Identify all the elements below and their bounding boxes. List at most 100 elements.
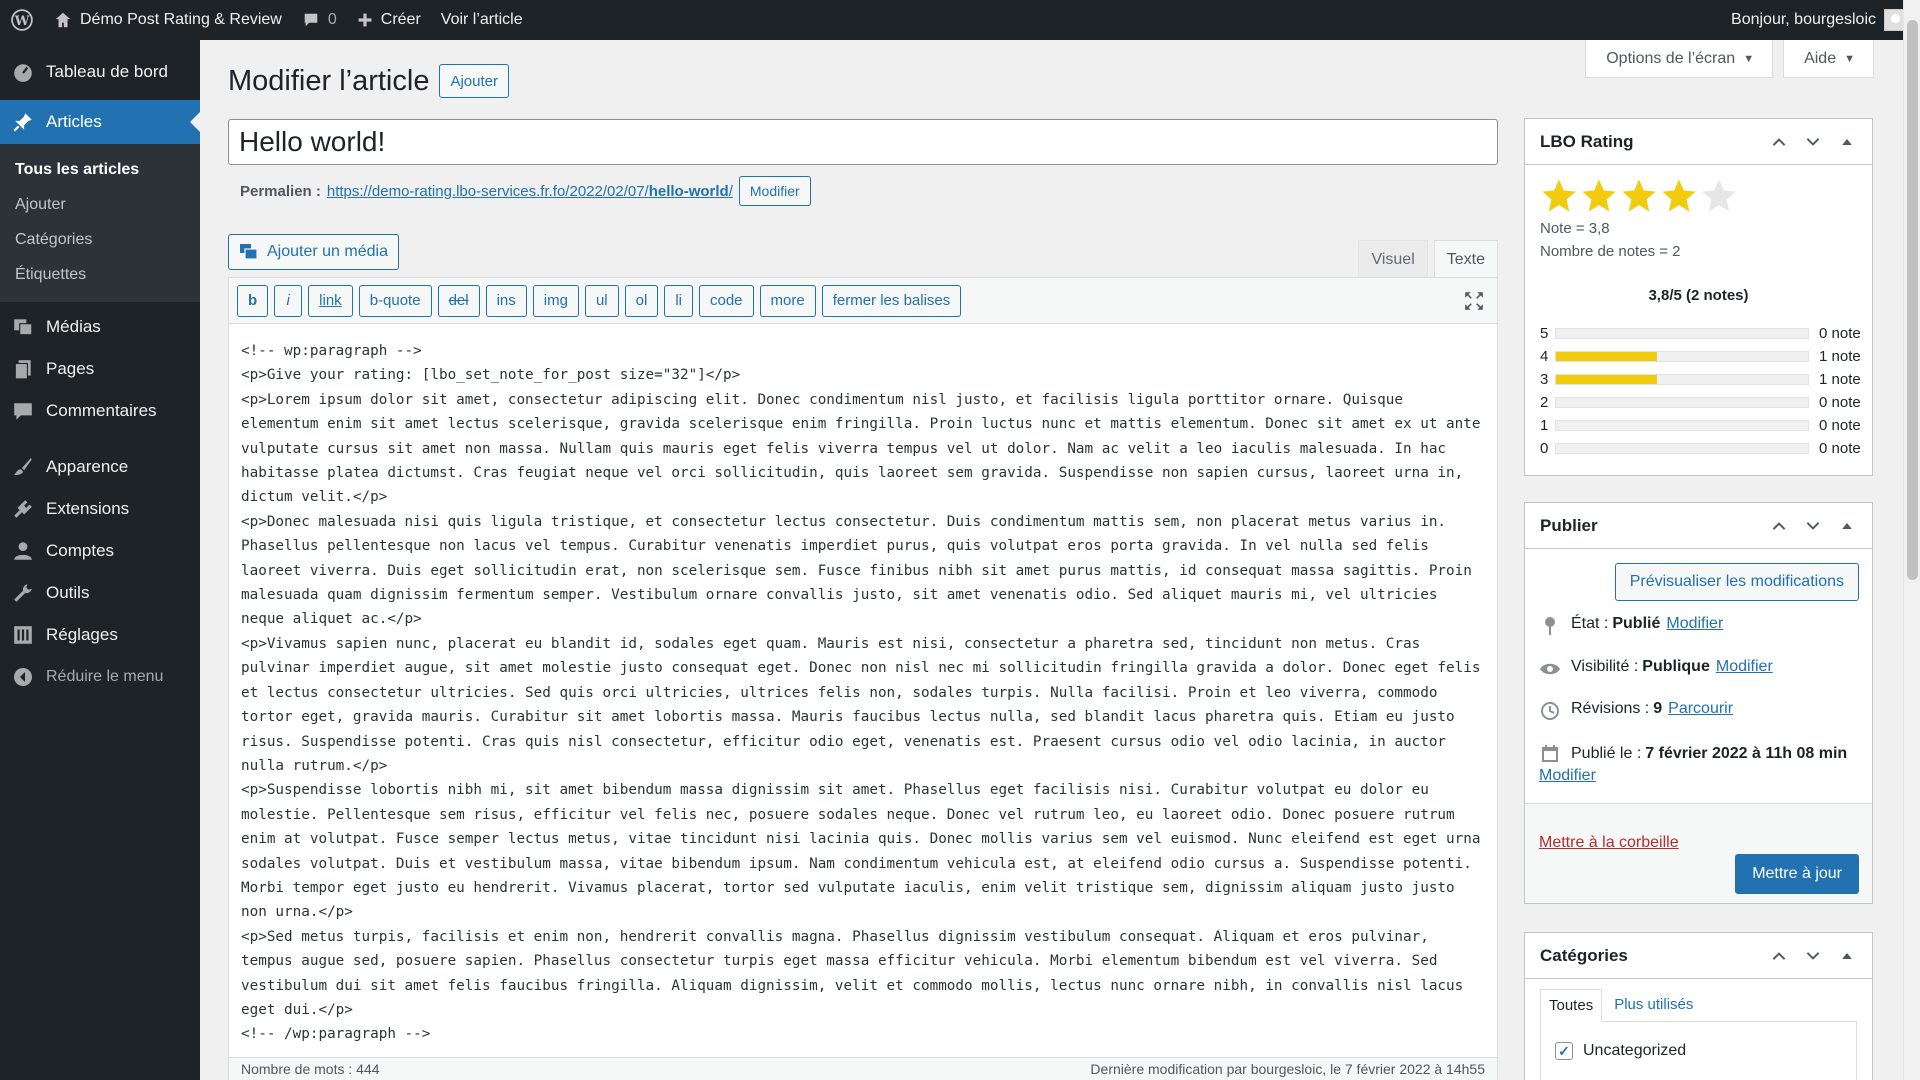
qt-italic-button[interactable]: i [274,284,303,317]
add-media-label: Ajouter un média [267,243,388,260]
post-status-info: Nombre de mots : 444 Dernière modificati… [228,1057,1498,1080]
comment-icon [12,400,34,422]
menu-articles[interactable]: Articles [0,100,200,144]
visibility-row: Visibilité : Publique Modifier [1539,658,1773,680]
qt-ol-button[interactable]: ol [624,284,659,317]
category-list: ✓ Uncategorized [1540,1021,1857,1080]
view-post-link[interactable]: Voir l’article [431,0,533,40]
rating-distribution: 5 0 note 4 1 note 3 1 note 2 0 note 1 0 note 0 0 no… [1525,322,1872,460]
qt-del-button[interactable]: del [437,284,480,317]
distribution-label: 4 [1540,348,1549,365]
comments-link[interactable]: 0 [292,0,347,40]
menu-dashboard[interactable]: Tableau de bord [0,50,200,94]
content-textarea[interactable]: <!-- wp:paragraph --> <p>Give your ratin… [229,324,1497,1080]
fullscreen-icon[interactable] [1463,290,1485,312]
menu-label: Réglages [46,625,118,644]
submenu-tags[interactable]: Étiquettes [0,257,200,292]
permalink-end: / [728,182,733,200]
menu-media[interactable]: Médias [0,306,200,348]
wordpress-logo-icon[interactable]: W [0,0,44,40]
chevron-up-icon[interactable] [1762,509,1796,543]
submenu-add[interactable]: Ajouter [0,187,200,222]
distribution-label: 5 [1540,325,1549,342]
submenu-categories[interactable]: Catégories [0,222,200,257]
edit-status-link[interactable]: Modifier [1666,615,1723,633]
browse-revisions-link[interactable]: Parcourir [1668,700,1733,718]
preview-changes-button[interactable]: Prévisualiser les modifications [1614,563,1859,601]
edit-slug-button[interactable]: Modifier [738,176,811,206]
menu-users[interactable]: Comptes [0,530,200,572]
chevron-up-icon[interactable] [1762,125,1796,159]
qt-ul-button[interactable]: ul [584,284,619,317]
chevron-up-icon[interactable] [1762,939,1796,973]
menu-label: Apparence [46,457,129,476]
star-filled-icon [1542,179,1576,212]
distribution-label: 3 [1540,371,1549,388]
qt-blockquote-button[interactable]: b-quote [358,284,432,317]
menu-appearance[interactable]: Apparence [0,446,200,488]
distribution-row: 4 1 note [1525,345,1872,368]
view-post-label: Voir l’article [440,11,523,28]
add-new-button[interactable]: Ajouter [439,64,509,98]
my-account-link[interactable]: Bonjour, bourgesloic [1721,0,1920,40]
screen-options-button[interactable]: Options de l’écran ▼ [1585,40,1774,78]
chevron-down-icon[interactable] [1796,939,1830,973]
add-media-button[interactable]: Ajouter un média [228,234,399,270]
edit-timestamp-link[interactable]: Modifier [1539,767,1596,785]
qt-more-button[interactable]: more [759,284,816,317]
distribution-fill [1556,352,1657,361]
help-button[interactable]: Aide ▼ [1783,40,1874,78]
admin-sidebar: Tableau de bord Articles Tous les articl… [0,40,200,1080]
move-to-trash-link[interactable]: Mettre à la corbeille [1539,834,1679,852]
greeting: Bonjour, bourgesloic [1731,11,1876,28]
tab-all-categories[interactable]: Toutes [1540,989,1603,1022]
category-checkbox[interactable]: ✓ [1555,1042,1573,1060]
new-content-link[interactable]: Créer [347,0,431,40]
permalink-url[interactable]: https://demo-rating.lbo-services.fr.fo/2… [327,183,733,200]
articles-submenu: Tous les articles Ajouter Catégories Éti… [0,144,200,302]
menu-tools[interactable]: Outils [0,572,200,614]
menu-pages[interactable]: Pages [0,348,200,390]
qt-bold-button[interactable]: b [237,284,269,317]
edit-visibility-link[interactable]: Modifier [1716,658,1773,676]
post-title-input[interactable]: Hello world! [228,119,1498,165]
eye-icon [1539,658,1561,680]
collapse-toggle-icon[interactable] [1830,125,1864,159]
menu-settings[interactable]: Réglages [0,614,200,656]
tab-text[interactable]: Texte [1433,240,1498,278]
submenu-all-posts[interactable]: Tous les articles [0,152,200,187]
star-filled-icon [1582,179,1616,212]
chevron-down-icon[interactable] [1796,509,1830,543]
collapse-menu-button[interactable]: Réduire le menu [0,656,200,698]
tab-most-used[interactable]: Plus utilisés [1606,989,1701,1022]
pin-icon [12,111,34,133]
update-button[interactable]: Mettre à jour [1735,854,1859,894]
history-icon [1539,700,1561,722]
distribution-bar [1555,374,1809,385]
plugin-icon [12,498,34,520]
tab-visual[interactable]: Visuel [1358,240,1428,278]
qt-ins-button[interactable]: ins [485,284,527,317]
lbo-rating-title: LBO Rating [1540,131,1634,151]
revisions-row: Révisions : 9 Parcourir [1539,700,1733,722]
distribution-label: 1 [1540,417,1549,434]
scrollbar-thumb[interactable] [1907,20,1918,580]
qt-code-button[interactable]: code [699,284,754,317]
distribution-bar [1555,443,1809,454]
visibility-value: Publique [1642,658,1710,675]
menu-comments[interactable]: Commentaires [0,390,200,432]
distribution-label: 2 [1540,394,1549,411]
qt-img-button[interactable]: img [532,284,579,317]
menu-plugins[interactable]: Extensions [0,488,200,530]
calendar-icon [1539,743,1561,765]
site-name-link[interactable]: Démo Post Rating & Review [44,0,292,40]
qt-li-button[interactable]: li [664,284,693,317]
qt-close-tags-button[interactable]: fermer les balises [821,284,962,317]
page-scrollbar[interactable] [1903,0,1920,1080]
collapse-toggle-icon[interactable] [1830,509,1864,543]
qt-link-button[interactable]: link [308,284,353,317]
permalink-base: https://demo-rating.lbo-services.fr.fo/2… [326,182,649,200]
chevron-down-icon[interactable] [1796,125,1830,159]
site-name: Démo Post Rating & Review [80,11,282,28]
collapse-toggle-icon[interactable] [1830,939,1864,973]
